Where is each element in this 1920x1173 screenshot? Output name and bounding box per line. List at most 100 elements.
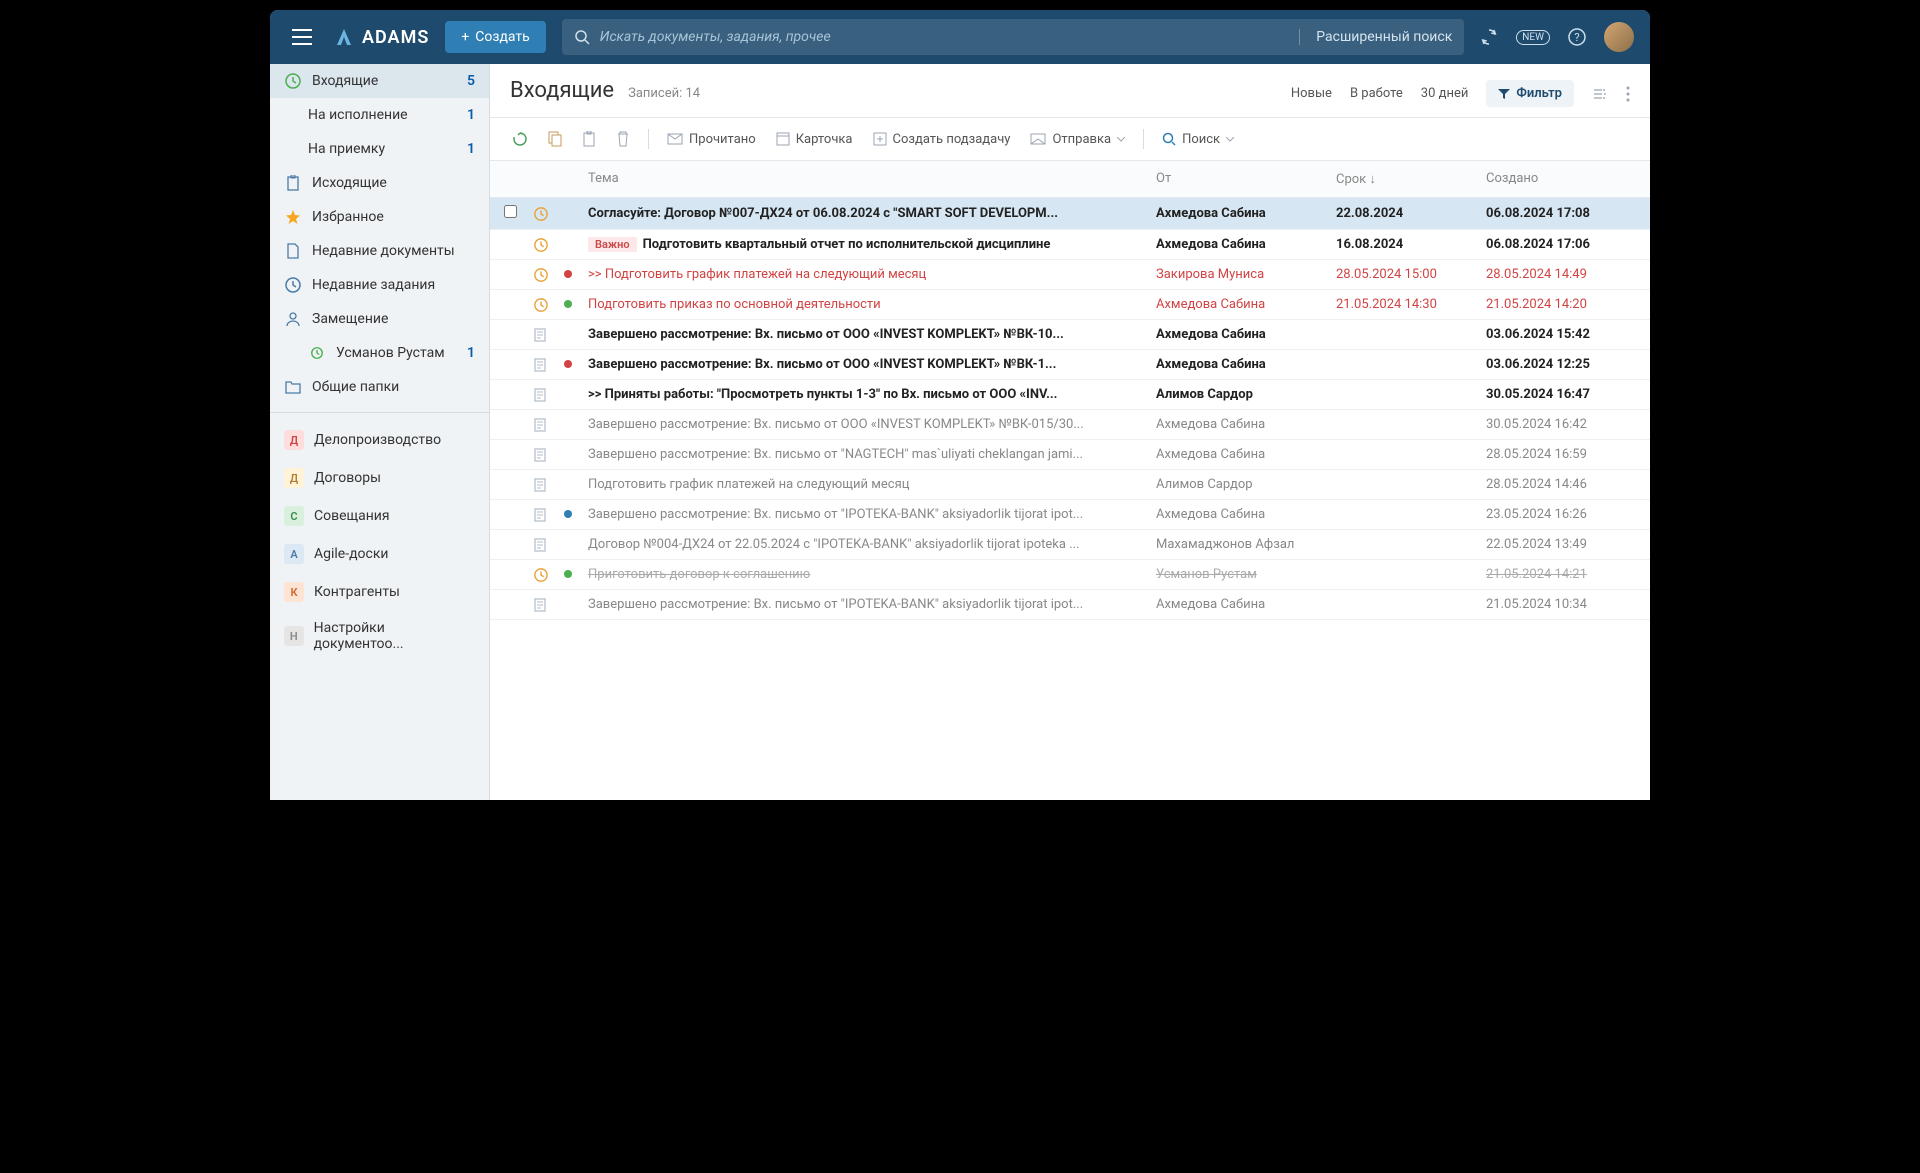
sidebar-item-label: Общие папки	[312, 379, 399, 395]
table-row[interactable]: Завершено рассмотрение: Вх. письмо от "I…	[490, 500, 1650, 530]
svg-text:?: ?	[1574, 31, 1579, 44]
row-created: 28.05.2024 14:46	[1486, 477, 1636, 492]
table-row[interactable]: >> Подготовить график платежей на следую…	[490, 260, 1650, 290]
row-subject: Завершено рассмотрение: Вх. письмо от "N…	[588, 447, 1146, 462]
table-row[interactable]: Завершено рассмотрение: Вх. письмо от ОО…	[490, 410, 1650, 440]
page-head: Входящие Записей: 14 Новые В работе 30 д…	[490, 64, 1650, 117]
sidebar-module[interactable]: ННастройки документоо...	[270, 611, 489, 661]
filter-button[interactable]: Фильтр	[1486, 80, 1574, 107]
sidebar-item[interactable]: Усманов Рустам1	[270, 336, 489, 370]
more-icon[interactable]	[1626, 86, 1630, 102]
clock-green-sm-icon	[308, 347, 326, 359]
paste-button[interactable]	[574, 126, 604, 152]
card-icon	[776, 132, 790, 146]
sidebar-module[interactable]: Д Делопроизводство	[270, 421, 489, 459]
col-due[interactable]: Срок ↓	[1336, 171, 1486, 187]
module-letter-icon: Д	[284, 430, 304, 450]
clock-green-icon	[284, 73, 302, 89]
row-from: Усманов Рустам	[1156, 567, 1336, 582]
sync-icon[interactable]	[1480, 28, 1498, 46]
sidebar-module[interactable]: ССовещания	[270, 497, 489, 535]
sidebar-item[interactable]: На исполнение1	[270, 98, 489, 132]
card-button[interactable]: Карточка	[768, 127, 861, 152]
sidebar-module[interactable]: ККонтрагенты	[270, 573, 489, 611]
sidebar-item[interactable]: Исходящие	[270, 166, 489, 200]
send-button[interactable]: Отправка	[1022, 127, 1133, 152]
col-subject[interactable]: Тема	[588, 171, 1156, 187]
card-label: Карточка	[796, 132, 853, 147]
sidebar-item[interactable]: Избранное	[270, 200, 489, 234]
app-frame: ADAMS + Создать Расширенный поиск NEW ?	[270, 10, 1650, 800]
subtask-icon	[873, 132, 887, 146]
table-row[interactable]: Завершено рассмотрение: Вх. письмо от "I…	[490, 590, 1650, 620]
table-row[interactable]: >> Приняты работы: "Просмотреть пункты 1…	[490, 380, 1650, 410]
row-subject: Завершено рассмотрение: Вх. письмо от "I…	[588, 507, 1146, 522]
sidebar-module[interactable]: АAgile-доски	[270, 535, 489, 573]
sidebar-item[interactable]: Общие папки	[270, 370, 489, 404]
sidebar-item[interactable]: На приемку1	[270, 132, 489, 166]
header: ADAMS + Создать Расширенный поиск NEW ?	[270, 10, 1650, 64]
row-created: 21.05.2024 14:21	[1486, 567, 1636, 582]
module-label: Делопроизводство	[314, 432, 441, 448]
row-type-icon	[534, 478, 564, 492]
delete-button[interactable]	[608, 126, 638, 152]
search-icon	[1162, 132, 1176, 146]
row-subject: Подготовить график платежей на следующий…	[588, 477, 1146, 492]
subtask-button[interactable]: Создать подзадачу	[865, 127, 1019, 152]
help-icon[interactable]: ?	[1568, 28, 1586, 46]
row-from: Махамаджонов Афзал	[1156, 537, 1336, 552]
module-letter-icon: Н	[284, 626, 304, 646]
sidebar-item[interactable]: Замещение	[270, 302, 489, 336]
sidebar-module[interactable]: ДДоговоры	[270, 459, 489, 497]
sidebar-item[interactable]: Недавние документы	[270, 234, 489, 268]
col-created[interactable]: Создано	[1486, 171, 1636, 187]
row-created: 21.05.2024 10:34	[1486, 597, 1636, 612]
row-from: Ахмедова Сабина	[1156, 357, 1336, 372]
create-button[interactable]: + Создать	[445, 21, 545, 53]
tab-30-days[interactable]: 30 дней	[1421, 86, 1469, 101]
module-letter-icon: Д	[284, 468, 304, 488]
main: Входящие Записей: 14 Новые В работе 30 д…	[490, 64, 1650, 800]
module-label: Контрагенты	[314, 584, 400, 600]
sidebar-item[interactable]: Недавние задания	[270, 268, 489, 302]
read-label: Прочитано	[689, 132, 756, 147]
search-button[interactable]: Поиск	[1154, 127, 1242, 152]
user-avatar[interactable]	[1604, 22, 1634, 52]
advanced-search-link[interactable]: Расширенный поиск	[1299, 29, 1452, 45]
row-from: Ахмедова Сабина	[1156, 297, 1336, 312]
row-from: Ахмедова Сабина	[1156, 237, 1336, 252]
row-from: Ахмедова Сабина	[1156, 507, 1336, 522]
mark-read-button[interactable]: Прочитано	[659, 127, 764, 152]
table-row[interactable]: Договор №004-ДХ24 от 22.05.2024 с "IPOTE…	[490, 530, 1650, 560]
search-input[interactable]	[600, 29, 1290, 45]
menu-button[interactable]	[286, 23, 318, 51]
refresh-button[interactable]	[504, 126, 536, 152]
settings-icon[interactable]	[1592, 86, 1608, 102]
sidebar-item[interactable]: Входящие5	[270, 64, 489, 98]
table-row[interactable]: Подготовить приказ по основной деятельно…	[490, 290, 1650, 320]
col-from[interactable]: От	[1156, 171, 1336, 187]
copy-button[interactable]	[540, 126, 570, 152]
row-type-icon	[534, 598, 564, 612]
row-checkbox[interactable]	[504, 205, 517, 218]
header-actions: NEW ?	[1480, 22, 1634, 52]
table-row[interactable]: Завершено рассмотрение: Вх. письмо от "N…	[490, 440, 1650, 470]
folder-icon	[284, 380, 302, 394]
table-row[interactable]: Приготовить договор к соглашениюУсманов …	[490, 560, 1650, 590]
page-head-right: Новые В работе 30 дней Фильтр	[1291, 80, 1630, 107]
tab-new[interactable]: Новые	[1291, 86, 1332, 101]
row-created: 30.05.2024 16:47	[1486, 387, 1636, 402]
table-row[interactable]: Подготовить график платежей на следующий…	[490, 470, 1650, 500]
sidebar-item-label: Недавние документы	[312, 243, 455, 259]
table-row[interactable]: ВажноПодготовить квартальный отчет по ис…	[490, 230, 1650, 260]
new-badge[interactable]: NEW	[1516, 30, 1550, 45]
trash-icon	[616, 131, 630, 147]
tab-in-work[interactable]: В работе	[1350, 86, 1403, 101]
table-row[interactable]: Завершено рассмотрение: Вх. письмо от ОО…	[490, 320, 1650, 350]
status-dot	[564, 570, 572, 578]
sidebar-item-count: 5	[467, 73, 475, 89]
row-created: 06.08.2024 17:06	[1486, 237, 1636, 252]
table-row[interactable]: Согласуйте: Договор №007-ДХ24 от 06.08.2…	[490, 198, 1650, 230]
row-type-icon	[534, 298, 564, 312]
table-row[interactable]: Завершено рассмотрение: Вх. письмо от ОО…	[490, 350, 1650, 380]
